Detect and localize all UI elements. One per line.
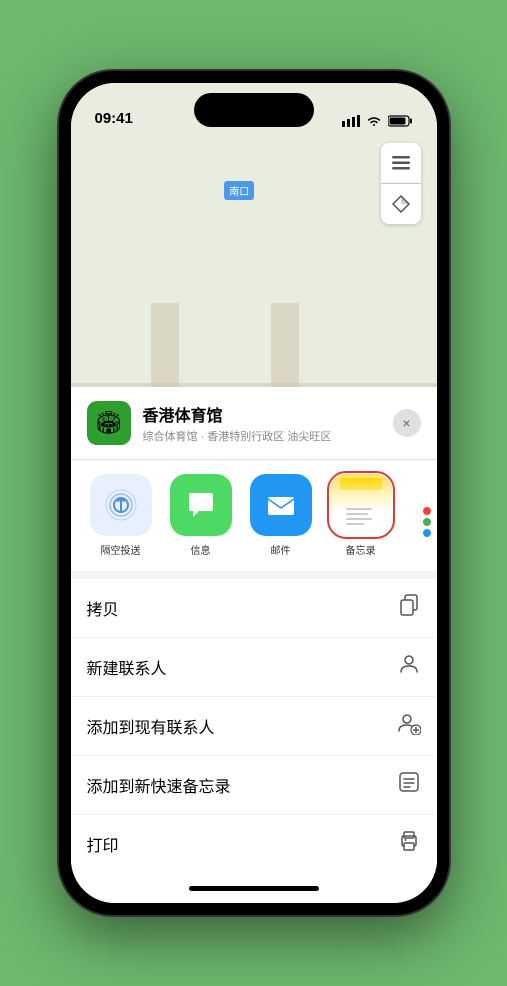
close-button[interactable]: ×: [393, 409, 421, 437]
mail-label: 邮件: [271, 542, 291, 557]
messages-label: 信息: [191, 542, 211, 557]
sheet-header: 🏟 香港体育馆 综合体育馆 · 香港特别行政区 油尖旺区 ×: [71, 387, 437, 460]
map-layers-button[interactable]: [381, 143, 421, 183]
action-item-add-existing[interactable]: 添加到现有联系人: [71, 697, 437, 756]
note-icon: [397, 770, 421, 800]
airdrop-label: 隔空投送: [101, 542, 141, 557]
share-item-airdrop[interactable]: 隔空投送: [87, 474, 155, 557]
dot-blue: [423, 529, 431, 537]
venue-description: 综合体育馆 · 香港特别行政区 油尖旺区: [143, 428, 381, 444]
person-add-icon: [397, 711, 421, 741]
action-item-new-contact[interactable]: 新建联系人: [71, 638, 437, 697]
phone-screen: 南口: [71, 83, 437, 903]
map-location-button[interactable]: [381, 184, 421, 224]
copy-label: 拷贝: [87, 596, 119, 620]
venue-name: 香港体育馆: [143, 402, 381, 426]
print-label: 打印: [87, 832, 119, 856]
status-time: 09:41: [95, 110, 133, 127]
bottom-sheet: 🏟 香港体育馆 综合体育馆 · 香港特别行政区 油尖旺区 ×: [71, 387, 437, 903]
print-icon: [397, 829, 421, 859]
phone-frame: 南口: [59, 71, 449, 915]
map-label-nankou: 南口: [224, 181, 254, 200]
venue-info: 香港体育馆 综合体育馆 · 香港特别行政区 油尖旺区: [143, 402, 381, 444]
new-contact-label: 新建联系人: [87, 655, 167, 679]
share-row: 隔空投送 信息: [71, 460, 437, 579]
notes-label: 备忘录: [346, 542, 376, 557]
map-controls: [381, 143, 421, 224]
messages-icon: [170, 474, 232, 536]
person-icon: [397, 652, 421, 682]
add-notes-label: 添加到新快速备忘录: [87, 773, 231, 797]
share-item-mail[interactable]: 邮件: [247, 474, 315, 557]
venue-icon: 🏟: [87, 401, 131, 445]
action-item-copy[interactable]: 拷贝: [71, 579, 437, 638]
home-bar: [189, 886, 319, 891]
dot-red: [423, 507, 431, 515]
action-item-add-notes[interactable]: 添加到新快速备忘录: [71, 756, 437, 815]
status-icons: [342, 115, 413, 127]
share-more[interactable]: [407, 474, 437, 557]
wifi-icon: [366, 115, 382, 127]
copy-icon: [397, 593, 421, 623]
dot-green: [423, 518, 431, 526]
notes-icon: [330, 474, 392, 536]
more-dots: [423, 507, 431, 537]
share-item-messages[interactable]: 信息: [167, 474, 235, 557]
notes-lines: [346, 508, 376, 525]
mail-icon: [250, 474, 312, 536]
action-list: 拷贝 新建联系人: [71, 579, 437, 873]
home-indicator: [71, 873, 437, 903]
add-existing-label: 添加到现有联系人: [87, 714, 215, 738]
dynamic-island: [194, 93, 314, 127]
share-item-notes[interactable]: 备忘录: [327, 474, 395, 557]
action-item-print[interactable]: 打印: [71, 815, 437, 873]
signal-icon: [342, 115, 360, 127]
airdrop-icon: [90, 474, 152, 536]
battery-icon: [388, 115, 413, 127]
